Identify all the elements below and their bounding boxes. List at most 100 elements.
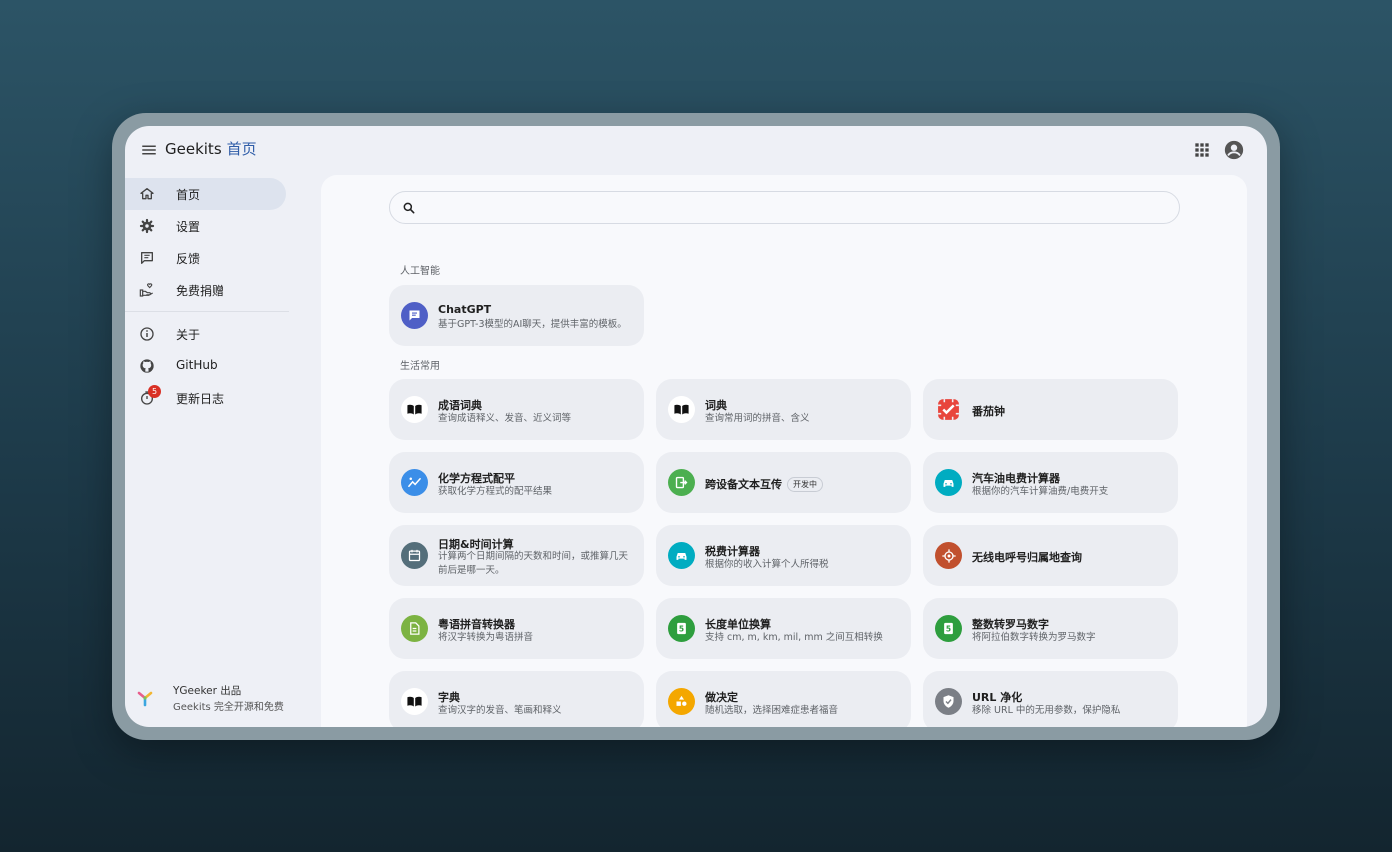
book-icon (668, 396, 695, 423)
credit-footer: YGeeker 出品 Geekits 完全开源和免费 (137, 683, 307, 713)
card-title-text: 跨设备文本互传 (705, 478, 782, 491)
tool-card-cantonese-pinyin[interactable]: 粤语拼音转换器 将汉字转换为粤语拼音 (389, 598, 644, 659)
card-description: 计算两个日期间隔的天数和时间，或推算几天前后是哪一天。 (438, 551, 629, 576)
transfer-icon (668, 469, 695, 496)
tool-card-chinese-dictionary[interactable]: 字典 查询汉字的发音、笔画和释义 (389, 671, 644, 727)
card-title: 成语词典 (438, 399, 482, 412)
sidebar-item-changelog[interactable]: 5 更新日志 (125, 382, 286, 414)
sidebar-item-label: 首页 (176, 188, 201, 202)
sidebar-item-home[interactable]: 首页 (125, 178, 286, 210)
tax-icon (668, 542, 695, 569)
brand: Geekits 首页 (165, 138, 257, 159)
shapes-icon (668, 688, 695, 715)
radio-icon (935, 542, 962, 569)
card-description: 查询成语释义、发音、近义词等 (438, 413, 572, 424)
card-title: 化学方程式配平 (438, 472, 515, 485)
sidebar-item-donate[interactable]: 免费捐赠 (125, 274, 286, 306)
card-title: 汽车油电费计算器 (972, 472, 1060, 485)
section-title-ai: 人工智能 (400, 266, 440, 277)
tool-card-radio-callsign[interactable]: 无线电呼号归属地查询 (923, 525, 1178, 586)
tool-card-url-cleaner[interactable]: URL 净化 移除 URL 中的无用参数，保护隐私 (923, 671, 1178, 727)
card-title: 粤语拼音转换器 (438, 618, 515, 631)
card-description: 根据你的汽车计算油费/电费开支 (972, 486, 1109, 497)
card-title: 词典 (705, 399, 727, 412)
account-icon[interactable] (1223, 139, 1245, 161)
sidebar-divider (125, 311, 289, 312)
chemistry-icon (401, 469, 428, 496)
sidebar: 首页 设置 反馈 免费捐赠 关于 GitHub 5 更新日志 YGeeker 出… (125, 178, 305, 727)
card-description: 将汉字转换为粤语拼音 (438, 632, 534, 643)
car-icon (935, 469, 962, 496)
tool-card-make-decision[interactable]: 做决定 随机选取，选择困难症患者福音 (656, 671, 911, 727)
top-bar: Geekits 首页 (125, 126, 1267, 174)
section-title-daily: 生活常用 (400, 361, 440, 372)
card-description: 获取化学方程式的配平结果 (438, 486, 553, 497)
card-title: 长度单位换算 (705, 618, 771, 631)
feedback-icon (141, 252, 153, 264)
sidebar-item-github[interactable]: GitHub (125, 350, 286, 382)
ruler-icon: 5 (668, 615, 695, 642)
card-description: 查询汉字的发音、笔画和释义 (438, 705, 562, 716)
ygeeker-logo-icon (137, 691, 153, 707)
card-title: 无线电呼号归属地查询 (972, 551, 1082, 564)
card-title: 整数转罗马数字 (972, 618, 1049, 631)
card-title: 番茄钟 (972, 405, 1005, 418)
sidebar-item-label: 反馈 (176, 252, 201, 266)
sidebar-item-label: 关于 (176, 328, 201, 342)
card-description: 随机选取，选择困难症患者福音 (705, 705, 839, 716)
tool-card-chatgpt[interactable]: ChatGPT 基于GPT-3模型的AI聊天，提供丰富的模板。 (389, 285, 644, 346)
app-name: Geekits (165, 140, 222, 158)
sidebar-item-about[interactable]: 关于 (125, 318, 286, 350)
menu-icon[interactable] (140, 141, 158, 159)
sidebar-item-label: 更新日志 (176, 392, 225, 406)
card-title: 税费计算器 (705, 545, 760, 558)
book-icon (401, 688, 428, 715)
tool-card-text-transfer[interactable]: 跨设备文本互传 开发中 (656, 452, 911, 513)
gear-icon (139, 218, 155, 234)
tool-card-dictionary[interactable]: 词典 查询常用词的拼音、含义 (656, 379, 911, 440)
search-bar[interactable] (389, 191, 1180, 224)
home-icon (140, 188, 154, 200)
donate-icon (139, 283, 153, 297)
calendar-icon (401, 542, 428, 569)
card-title: 做决定 (705, 691, 738, 704)
github-icon (140, 359, 154, 373)
sidebar-item-feedback[interactable]: 反馈 (125, 242, 286, 274)
roman-icon: 5 (935, 615, 962, 642)
app-window: Geekits 首页 首页 设置 反馈 免费捐赠 关于 GitHub 5 更新日… (125, 126, 1267, 727)
chat-icon (401, 302, 428, 329)
device-frame: Geekits 首页 首页 设置 反馈 免费捐赠 关于 GitHub 5 更新日… (112, 113, 1280, 740)
tomato-icon (935, 396, 962, 423)
shield-icon (935, 688, 962, 715)
svg-text:5: 5 (679, 625, 684, 634)
sidebar-item-label: 免费捐赠 (176, 284, 225, 298)
card-description: 将阿拉伯数字转换为罗马数字 (972, 632, 1096, 643)
search-input[interactable] (426, 196, 1166, 220)
credit-line-2: Geekits 完全开源和免费 (173, 702, 284, 713)
sidebar-item-label: GitHub (176, 358, 218, 372)
sidebar-item-settings[interactable]: 设置 (125, 210, 286, 242)
card-description: 基于GPT-3模型的AI聊天，提供丰富的模板。 (438, 319, 627, 330)
book-icon (401, 396, 428, 423)
apps-grid-icon[interactable] (1192, 140, 1212, 160)
tool-card-car-fuel-calculator[interactable]: 汽车油电费计算器 根据你的汽车计算油费/电费开支 (923, 452, 1178, 513)
tool-card-idiom-dictionary[interactable]: 成语词典 查询成语释义、发音、近义词等 (389, 379, 644, 440)
card-description: 根据你的收入计算个人所得税 (705, 559, 829, 570)
tool-card-roman-numeral[interactable]: 5 整数转罗马数字 将阿拉伯数字转换为罗马数字 (923, 598, 1178, 659)
tool-card-pomodoro[interactable]: 番茄钟 (923, 379, 1178, 440)
main-content: 人工智能 ChatGPT 基于GPT-3模型的AI聊天，提供丰富的模板。 生活常… (321, 175, 1247, 727)
card-description: 支持 cm, m, km, mil, mm 之间互相转换 (705, 632, 883, 643)
notification-badge: 5 (148, 385, 161, 398)
page-title: 首页 (226, 140, 257, 158)
card-description: 移除 URL 中的无用参数，保护隐私 (972, 705, 1121, 716)
tool-card-date-time-calculator[interactable]: 日期&时间计算 计算两个日期间隔的天数和时间，或推算几天前后是哪一天。 (389, 525, 644, 586)
card-title: URL 净化 (972, 691, 1023, 704)
sidebar-item-label: 设置 (176, 220, 201, 234)
credit-line-1: YGeeker 出品 (173, 685, 242, 697)
tool-card-tax-calculator[interactable]: 税费计算器 根据你的收入计算个人所得税 (656, 525, 911, 586)
tool-card-length-converter[interactable]: 5 长度单位换算 支持 cm, m, km, mil, mm 之间互相转换 (656, 598, 911, 659)
svg-text:5: 5 (946, 625, 951, 634)
tool-card-chemical-equation[interactable]: 化学方程式配平 获取化学方程式的配平结果 (389, 452, 644, 513)
info-icon (140, 327, 154, 341)
card-title: 跨设备文本互传 开发中 (705, 476, 823, 492)
